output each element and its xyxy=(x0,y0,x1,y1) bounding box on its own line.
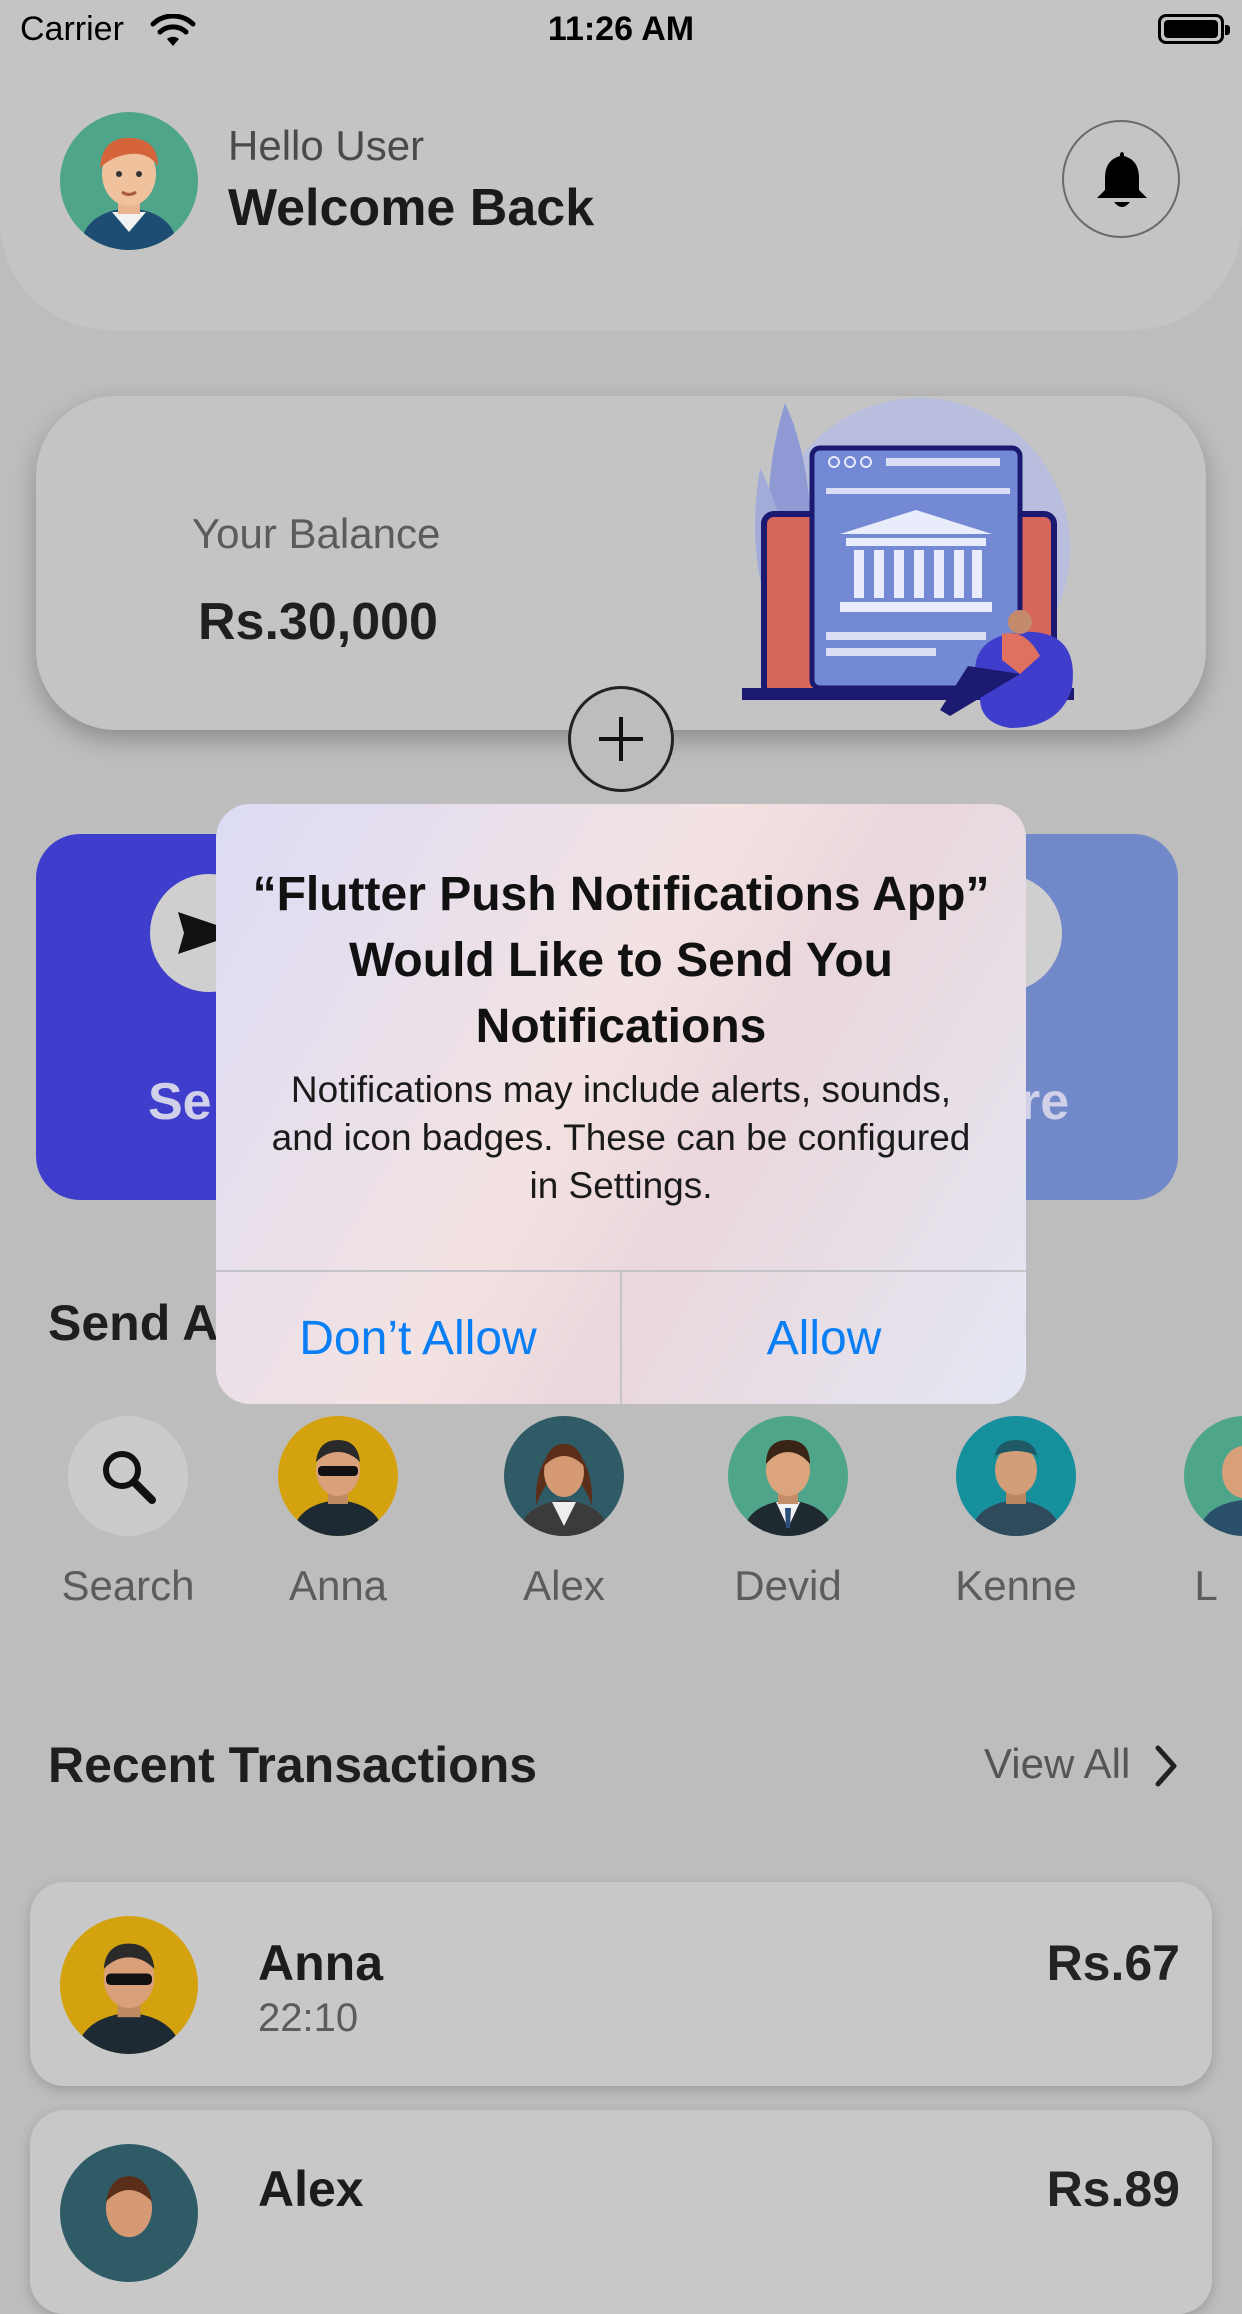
contact-avatar-devid[interactable] xyxy=(728,1416,848,1536)
recent-transactions-title: Recent Transactions xyxy=(48,1737,538,1793)
bell-icon xyxy=(1097,152,1147,207)
add-money-button[interactable] xyxy=(568,686,674,792)
dont-allow-button[interactable]: Don’t Allow xyxy=(216,1272,620,1404)
transaction-name: Alex xyxy=(258,2161,364,2217)
greeting-text: Hello User xyxy=(228,122,425,169)
view-all-label: View All xyxy=(984,1740,1131,1787)
transaction-time: 22:10 xyxy=(258,1996,359,2040)
send-again-title: Send A xyxy=(48,1295,219,1351)
receive-label: re xyxy=(1020,1073,1070,1131)
battery-icon xyxy=(1158,14,1230,44)
transaction-avatar-anna xyxy=(60,1916,198,2054)
contact-name-anna: Anna xyxy=(288,1562,388,1609)
alert-message: Notifications may include alerts, sounds… xyxy=(271,1069,971,1206)
notification-button[interactable] xyxy=(1062,120,1180,238)
contact-name-devid: Devid xyxy=(734,1562,842,1609)
contact-name-alex: Alex xyxy=(523,1562,605,1609)
clock: 11:26 AM xyxy=(547,10,695,48)
user-avatar[interactable] xyxy=(60,112,198,250)
transaction-amount: Rs.89 xyxy=(1046,2161,1180,2217)
contact-avatar-partial[interactable] xyxy=(1184,1416,1242,1536)
contact-avatar-kenne[interactable] xyxy=(956,1416,1076,1536)
search-contact-button[interactable] xyxy=(68,1416,188,1536)
contact-name-partial: L xyxy=(1194,1562,1218,1609)
send-label: Se xyxy=(148,1073,212,1131)
contact-avatar-alex[interactable] xyxy=(504,1416,624,1536)
balance-value: Rs.30,000 xyxy=(198,593,438,651)
search-icon xyxy=(103,1451,156,1504)
contact-avatar-anna[interactable] xyxy=(278,1416,398,1536)
view-all-link[interactable]: View All xyxy=(984,1740,1130,1788)
allow-button[interactable]: Allow xyxy=(622,1272,1026,1404)
contact-name-kenne: Kenne xyxy=(955,1562,1077,1609)
alert-title: “Flutter Push Notifications App” Would L… xyxy=(252,868,990,1053)
transaction-name: Anna xyxy=(258,1935,383,1991)
chevron-right-icon[interactable] xyxy=(1152,1744,1180,1788)
transaction-avatar-alex xyxy=(60,2144,198,2282)
bank-illustration xyxy=(742,398,1074,728)
notification-permission-alert: “Flutter Push Notifications App” Would L… xyxy=(216,804,1026,1404)
transaction-row[interactable]: Alex Rs.89 xyxy=(30,2110,1212,2314)
status-bar: Carrier 11:26 AM xyxy=(0,0,1242,62)
balance-label: Your Balance xyxy=(192,510,441,557)
contact-name-search: Search xyxy=(61,1562,195,1609)
transaction-amount: Rs.67 xyxy=(1046,1935,1180,1991)
welcome-text: Welcome Back xyxy=(228,179,595,237)
transaction-row[interactable]: Anna 22:10 Rs.67 xyxy=(30,1882,1212,2086)
